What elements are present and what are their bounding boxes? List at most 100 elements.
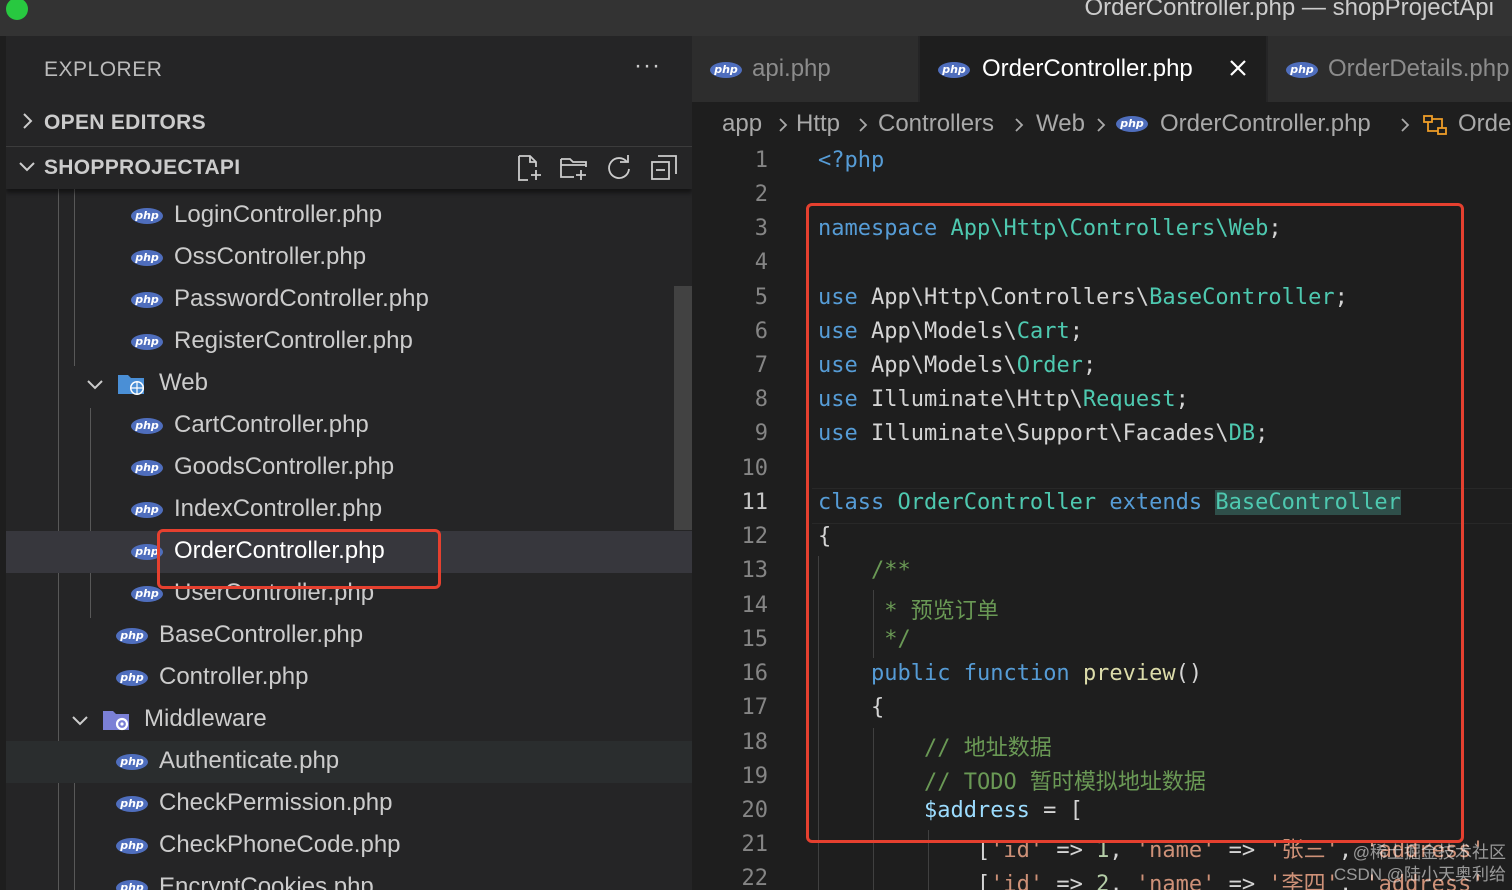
tree-item-file[interactable]: php OssController.php: [6, 237, 692, 279]
tree-item-label: CartController.php: [174, 411, 369, 438]
breadcrumb-item[interactable]: OrderController: [1458, 110, 1512, 138]
tree-item-label: PasswordController.php: [174, 285, 429, 312]
open-editors-label: OPEN EDITORS: [44, 111, 206, 134]
code-line: <?php: [818, 148, 884, 173]
php-file-icon: php: [131, 250, 163, 266]
chevron-right-icon: [1097, 118, 1106, 132]
php-file-icon: php: [710, 62, 742, 78]
php-file-icon: php: [116, 838, 148, 854]
explorer-sidebar: EXPLORER ··· OPEN EDITORS SHOPPROJECTAPI…: [6, 36, 692, 890]
tree-item-label: Authenticate.php: [159, 747, 340, 774]
code-token: 'name': [1135, 872, 1216, 890]
tab-ordercontroller-php[interactable]: php OrderController.php: [920, 36, 1266, 102]
chevron-right-icon: [779, 118, 788, 132]
tab-api-php[interactable]: php api.php: [692, 36, 918, 102]
tree-item-label: Controller.php: [159, 663, 309, 690]
line-number: 15: [741, 627, 769, 652]
tree-item-folder-web[interactable]: Web: [6, 363, 692, 405]
php-file-icon: php: [131, 208, 163, 224]
breadcrumb: app Http Controllers Web php OrderContro…: [692, 102, 1512, 148]
chevron-right-icon: [1015, 118, 1024, 132]
tree-item-file[interactable]: php EncryptCookies.php: [6, 867, 692, 890]
close-icon[interactable]: [1226, 56, 1250, 80]
chevron-down-icon: [87, 380, 103, 390]
watermark-line: CSDN @陆小天奥利给: [1333, 865, 1506, 884]
chevron-right-icon: [23, 113, 33, 129]
tree-item-file[interactable]: php CheckPhoneCode.php: [6, 825, 692, 867]
code-token: 2: [1096, 872, 1110, 890]
tab-label: OrderDetails.php: [1328, 55, 1510, 82]
tree-item-label: EncryptCookies.php: [159, 873, 374, 890]
tree-item-label: CheckPhoneCode.php: [159, 831, 401, 858]
tree-item-file[interactable]: php PasswordController.php: [6, 279, 692, 321]
refresh-icon[interactable]: [604, 153, 634, 183]
tree-item-file[interactable]: php CheckPermission.php: [6, 783, 692, 825]
line-number: 21: [741, 832, 769, 857]
project-section[interactable]: SHOPPROJECTAPI: [6, 146, 692, 189]
open-editors-section[interactable]: OPEN EDITORS: [6, 102, 692, 144]
tree-item-file[interactable]: php LoginController.php: [6, 195, 692, 237]
php-file-icon: php: [131, 292, 163, 308]
line-number: 19: [741, 764, 769, 789]
line-number: 10: [741, 456, 769, 481]
php-file-icon: php: [116, 754, 148, 770]
breadcrumb-item[interactable]: Web: [1036, 110, 1085, 138]
breadcrumb-item[interactable]: Controllers: [878, 110, 994, 138]
php-file-icon: php: [131, 460, 163, 476]
line-number: 16: [741, 661, 769, 686]
project-label: SHOPPROJECTAPI: [44, 156, 241, 179]
watermark-line: @稀土掘金技术社区: [1352, 843, 1506, 862]
sidebar-scrollbar[interactable]: [674, 286, 692, 530]
breadcrumb-item[interactable]: Http: [796, 110, 840, 138]
php-file-icon: php: [116, 628, 148, 644]
line-number: 17: [741, 695, 769, 720]
line-number: 4: [754, 250, 768, 275]
php-file-icon: php: [131, 502, 163, 518]
editor-tabs: php api.php php OrderController.php php …: [692, 36, 1512, 102]
chevron-right-icon: [1401, 118, 1410, 132]
chevron-down-icon: [19, 162, 35, 172]
code-token: '李四': [1268, 872, 1339, 890]
chevron-down-icon: [72, 716, 88, 726]
chevron-right-icon: [859, 118, 868, 132]
tree-item-label: IndexController.php: [174, 495, 383, 522]
line-number: 14: [741, 593, 769, 618]
tree-item-file[interactable]: php IndexController.php: [6, 489, 692, 531]
tree-item-label: GoodsController.php: [174, 453, 395, 480]
php-file-icon: php: [116, 796, 148, 812]
tree-item-file[interactable]: php BaseController.php: [6, 615, 692, 657]
tree-item-label: BaseController.php: [159, 621, 364, 648]
new-folder-icon[interactable]: [559, 153, 589, 183]
line-number: 22: [741, 866, 769, 890]
watermark: @稀土掘金技术社区 CSDN @陆小天奥利给: [1334, 842, 1506, 886]
php-file-icon: php: [131, 418, 163, 434]
tree-item-file[interactable]: php Controller.php: [6, 657, 692, 699]
more-actions-icon[interactable]: ···: [634, 52, 661, 80]
line-number: 2: [754, 182, 768, 207]
line-number: 18: [741, 730, 769, 755]
tree-item-label: CheckPermission.php: [159, 789, 393, 816]
line-number: 8: [754, 387, 768, 412]
tree-item-file[interactable]: php CartController.php: [6, 405, 692, 447]
collapse-all-icon[interactable]: [649, 153, 679, 183]
window-zoom-button[interactable]: [6, 0, 28, 20]
tree-item-file[interactable]: php RegisterController.php: [6, 321, 692, 363]
tree-item-folder-middleware[interactable]: Middleware: [6, 699, 692, 741]
tree-item-file[interactable]: php GoodsController.php: [6, 447, 692, 489]
class-symbol-icon: [1423, 115, 1447, 135]
breadcrumb-item[interactable]: OrderController.php: [1160, 110, 1371, 138]
explorer-title: EXPLORER: [44, 58, 163, 81]
tree-item-file[interactable]: php Authenticate.php: [6, 741, 692, 783]
php-file-icon: php: [131, 334, 163, 350]
tab-label: api.php: [752, 55, 831, 82]
tree-item-label: OssController.php: [174, 243, 367, 270]
web-folder-icon: [118, 375, 144, 395]
breadcrumb-item[interactable]: app: [722, 110, 762, 138]
tree-item-label: RegisterController.php: [174, 327, 413, 354]
title-bar: OrderController.php — shopProjectApi: [0, 0, 1512, 36]
php-file-icon: php: [1286, 62, 1318, 78]
line-number: 9: [754, 421, 768, 446]
php-file-icon: php: [938, 62, 970, 78]
new-file-icon[interactable]: [514, 153, 544, 183]
tab-orderdetails-php[interactable]: php OrderDetails.php: [1268, 36, 1512, 102]
